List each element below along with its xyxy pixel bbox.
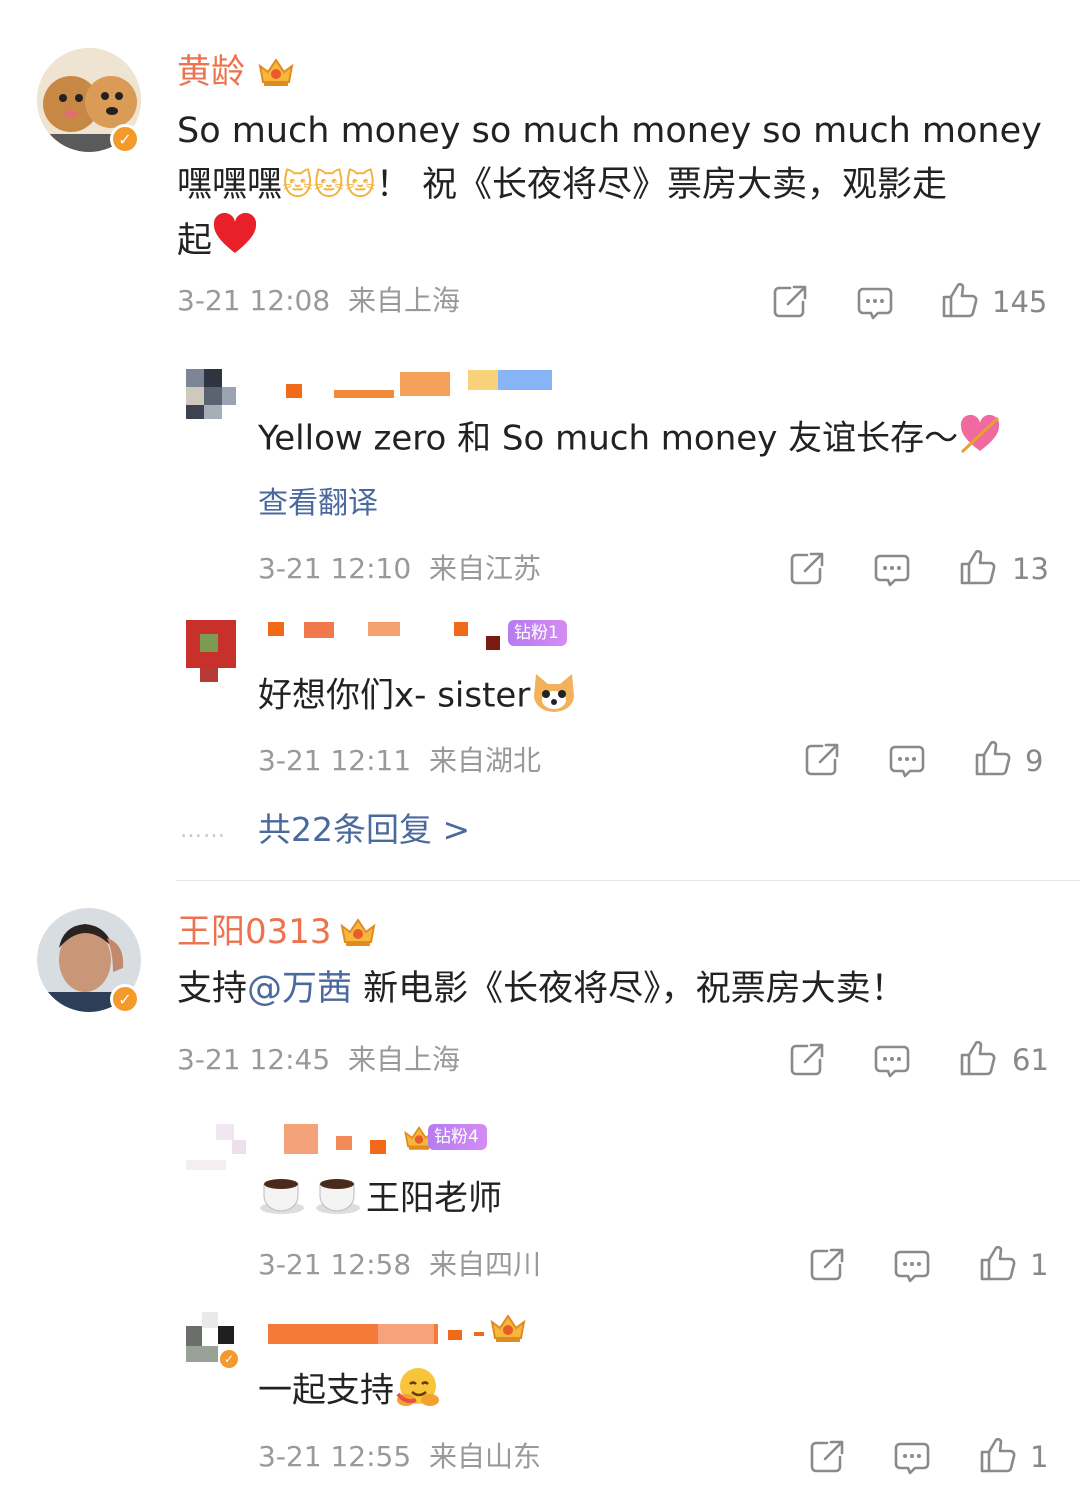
- like-count: 1: [1030, 1248, 1049, 1282]
- comment-text: So much money so much money so much mone…: [177, 104, 1057, 271]
- verified-icon: ✓: [110, 124, 140, 154]
- reply-meta: 3-21 12:10 来自江苏: [258, 552, 541, 585]
- translate-link[interactable]: 查看翻译: [258, 484, 378, 524]
- share-icon[interactable]: [787, 1040, 827, 1080]
- comment-icon[interactable]: [855, 282, 895, 322]
- cat-face-emoji: 🐱🐱🐱: [282, 168, 376, 203]
- share-icon[interactable]: [770, 282, 810, 322]
- more-replies-dots: ……: [180, 818, 226, 843]
- comment-divider: [176, 880, 1080, 881]
- reply-avatar[interactable]: [186, 1124, 246, 1174]
- heart-arrow-icon: [958, 414, 1002, 466]
- reply-username[interactable]: [258, 368, 558, 402]
- like-count: 13: [1012, 552, 1049, 586]
- reply-meta: 3-21 12:58 来自四川: [258, 1248, 541, 1281]
- like-icon[interactable]: [978, 1243, 1018, 1283]
- like-icon[interactable]: [940, 280, 980, 320]
- mention-link[interactable]: @万茜: [247, 969, 352, 1009]
- reply-username[interactable]: [258, 1122, 408, 1156]
- fan-badge: 钻粉1: [508, 620, 567, 646]
- crown-icon: [338, 914, 378, 948]
- comment-text: 支持@万茜 新电影《长夜将尽》，祝票房大卖！: [177, 969, 906, 1009]
- comment-icon[interactable]: [887, 740, 927, 780]
- reply-avatar[interactable]: [186, 369, 236, 419]
- crown-icon: [256, 54, 296, 88]
- comment-meta: 3-21 12:08 来自上海: [177, 284, 460, 317]
- comment-icon[interactable]: [872, 549, 912, 589]
- reply-text: Yellow zero 和 So much money 友谊长存～: [258, 414, 1002, 466]
- red-heart-icon: [212, 212, 258, 271]
- reply-text: 一起支持: [258, 1364, 440, 1420]
- verified-icon: ✓: [218, 1348, 240, 1370]
- like-count: 145: [992, 285, 1048, 319]
- reply-username[interactable]: [258, 1320, 488, 1354]
- reply-avatar[interactable]: [186, 620, 236, 684]
- more-replies-link[interactable]: 共22条回复 >: [258, 810, 470, 850]
- like-icon[interactable]: [958, 547, 998, 587]
- like-icon[interactable]: [973, 738, 1013, 778]
- comment-username[interactable]: 王阳0313: [177, 912, 332, 952]
- comment-icon[interactable]: [892, 1245, 932, 1285]
- comment-icon[interactable]: [872, 1040, 912, 1080]
- comment-meta: 3-21 12:45 来自上海: [177, 1043, 460, 1076]
- reply-meta: 3-21 12:11 来自湖北: [258, 744, 541, 777]
- hugging-face-emoji: [394, 1364, 440, 1420]
- reply-meta: 3-21 12:55 来自山东: [258, 1440, 541, 1473]
- reply-text: 好想你们x- sister: [258, 668, 578, 726]
- share-icon[interactable]: [807, 1245, 847, 1285]
- like-icon[interactable]: [958, 1038, 998, 1078]
- reply-text: 王阳老师: [258, 1172, 502, 1228]
- like-count: 1: [1030, 1440, 1049, 1474]
- comment-icon[interactable]: [892, 1437, 932, 1477]
- share-icon[interactable]: [802, 740, 842, 780]
- reply-username[interactable]: [258, 618, 508, 652]
- share-icon[interactable]: [787, 549, 827, 589]
- fan-badge: 钻粉4: [428, 1124, 487, 1150]
- verified-icon: ✓: [110, 984, 140, 1014]
- like-count: 9: [1025, 744, 1044, 778]
- coffee-emoji: [258, 1172, 366, 1228]
- like-count: 61: [1012, 1043, 1049, 1077]
- crown-icon: [488, 1310, 528, 1344]
- share-icon[interactable]: [807, 1437, 847, 1477]
- dog-face-emoji: [530, 668, 578, 726]
- comment-username[interactable]: 黄龄: [177, 52, 245, 92]
- like-icon[interactable]: [978, 1435, 1018, 1475]
